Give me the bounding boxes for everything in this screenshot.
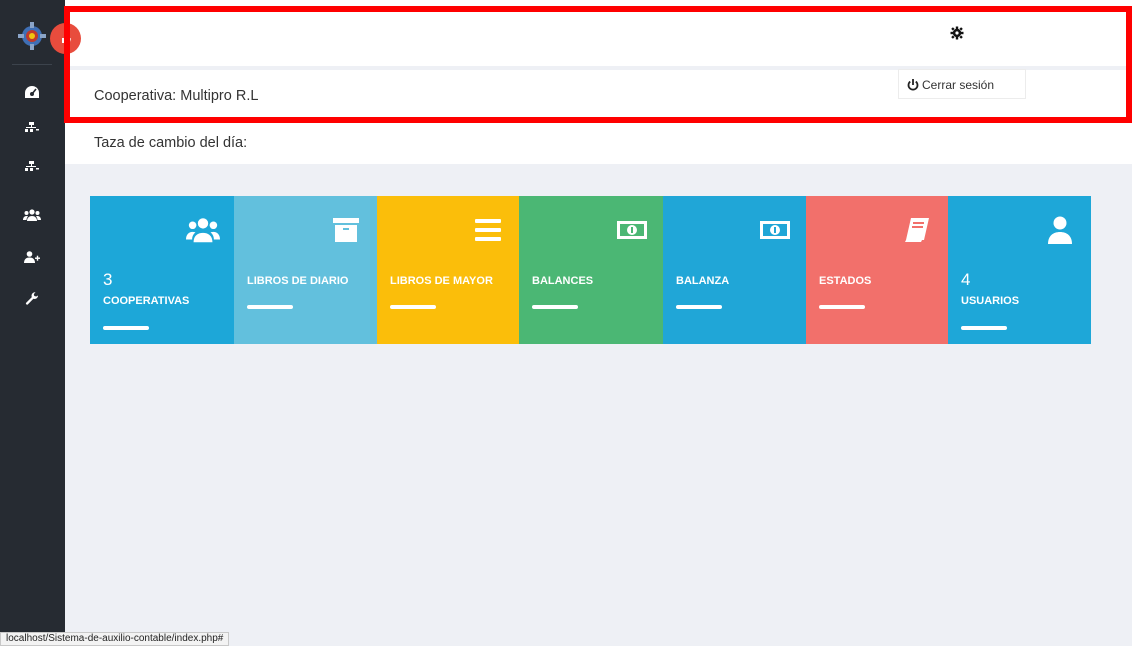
banknote-icon [758, 216, 792, 244]
tile-underline [103, 326, 149, 330]
dashboard-icon [25, 86, 39, 98]
logout-link[interactable]: Cerrar sesión [907, 78, 994, 92]
user-icon [1043, 216, 1077, 244]
settings-gear-icon[interactable] [948, 24, 966, 42]
user-plus-icon [24, 251, 40, 263]
cooperative-label: Cooperativa: Multipro R.L [94, 88, 259, 104]
tile-count: 3 [103, 270, 113, 289]
tile-label: BALANZA [676, 275, 730, 287]
tile-underline [247, 305, 293, 309]
logo-gear-icon[interactable] [18, 22, 46, 50]
tile-cooperativas[interactable]: 3 COOPERATIVAS [90, 196, 234, 344]
tile-libros-de-mayor[interactable]: LIBROS DE MAYOR [377, 196, 519, 344]
hand-icon [61, 34, 71, 43]
tile-underline [676, 305, 722, 309]
wrench-icon [25, 292, 38, 305]
sitemap-icon [25, 122, 39, 132]
tile-balances[interactable]: BALANCES [519, 196, 663, 344]
status-bar-url: localhost/Sistema-de-auxilio-contable/in… [0, 632, 230, 646]
tile-underline [961, 326, 1007, 330]
tile-label: BALANCES [532, 275, 594, 287]
tile-label: COOPERATIVAS [103, 295, 190, 307]
exchange-rate-label: Taza de cambio del día: [94, 135, 248, 151]
tile-usuarios[interactable]: 4 USUARIOS [948, 196, 1091, 344]
sidebar [0, 0, 65, 646]
archive-box-icon [329, 216, 363, 244]
tile-label: LIBROS DE DIARIO [247, 275, 349, 287]
sidebar-toggle-button[interactable] [50, 23, 81, 54]
sidebar-item-settings[interactable] [20, 290, 44, 308]
bars-icon [471, 216, 505, 244]
tile-underline [390, 305, 436, 309]
sidebar-item-sitemap-1[interactable] [20, 118, 44, 136]
tile-underline [532, 305, 578, 309]
tile-label: LIBROS DE MAYOR [390, 275, 493, 287]
sidebar-item-sitemap-2[interactable] [20, 157, 44, 175]
power-icon [907, 79, 919, 91]
banknote-icon [615, 216, 649, 244]
tile-label: ESTADOS [819, 275, 872, 287]
tile-balanza[interactable]: BALANZA [663, 196, 806, 344]
sidebar-divider [12, 64, 52, 65]
book-icon [900, 216, 934, 244]
logout-label: Cerrar sesión [922, 78, 995, 92]
tile-label: USUARIOS [961, 295, 1020, 307]
sitemap-icon [25, 161, 39, 171]
tile-underline [819, 305, 865, 309]
tile-libros-de-diario[interactable]: LIBROS DE DIARIO [234, 196, 377, 344]
users-icon [186, 216, 220, 244]
sidebar-item-add-user[interactable] [20, 248, 44, 266]
tile-count: 4 [961, 270, 971, 289]
users-icon [23, 209, 41, 221]
top-navbar [65, 0, 1132, 66]
sidebar-item-users[interactable] [20, 206, 44, 224]
sidebar-item-dashboard[interactable] [20, 83, 44, 101]
tile-estados[interactable]: ESTADOS [806, 196, 948, 344]
